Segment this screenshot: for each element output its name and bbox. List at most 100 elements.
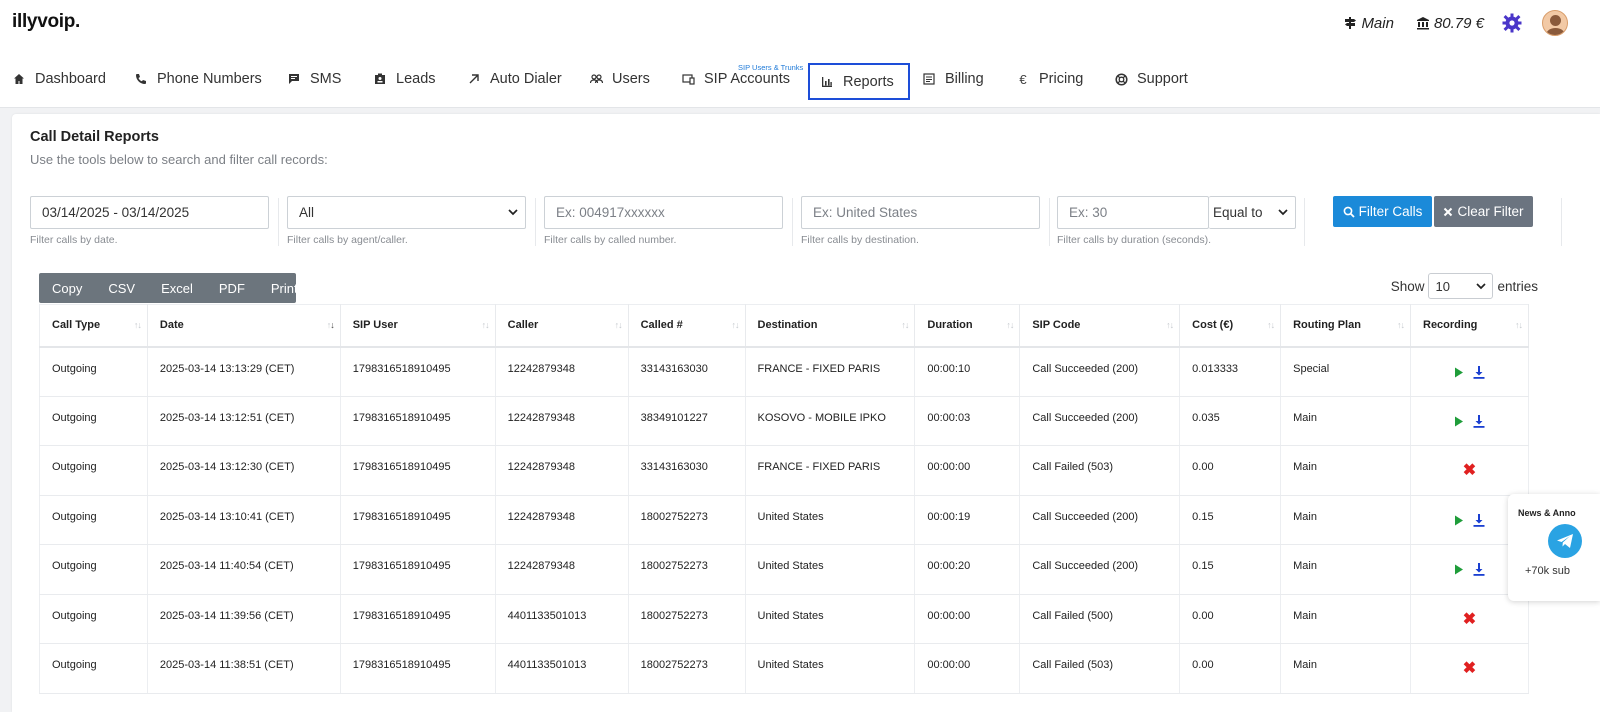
cell-sip-user: 1798316518910495 [340, 445, 496, 496]
column-header-sip-code[interactable]: SIP Code ↑↓ [1019, 304, 1181, 348]
download-icon[interactable] [1473, 563, 1485, 579]
news-subscribers: +70k sub [1525, 565, 1570, 577]
column-header-routing-plan[interactable]: Routing Plan ↑↓ [1280, 304, 1411, 348]
chevron-down-icon [1278, 209, 1288, 216]
cell-caller: 4401133501013 [495, 643, 629, 694]
column-header-date[interactable]: Date ↑↓ [147, 304, 341, 348]
date-filter-hint: Filter calls by date. [30, 234, 118, 246]
telegram-icon[interactable] [1548, 524, 1582, 558]
excel-button[interactable]: Excel [148, 273, 206, 303]
cell-called: 18002752273 [628, 495, 746, 545]
column-header-duration[interactable]: Duration ↑↓ [914, 304, 1021, 348]
duration-operator-value: Equal to [1213, 205, 1263, 220]
play-icon[interactable] [1454, 367, 1464, 381]
main-nav: Dashboard Phone Numbers SMS Leads Auto D… [0, 60, 1600, 100]
csv-button[interactable]: CSV [95, 273, 148, 303]
column-header-destination[interactable]: Destination ↑↓ [745, 304, 916, 348]
nav-reports[interactable]: Reports [808, 63, 910, 100]
table-row: Outgoing 2025-03-14 13:12:30 (CET) 1798316… [39, 445, 1529, 496]
agent-select[interactable]: All [287, 196, 526, 229]
cell-caller: 12242879348 [495, 544, 629, 595]
pdf-button[interactable]: PDF [206, 273, 258, 303]
balance-value: 80.79 € [1433, 14, 1484, 32]
filter-divider [1561, 198, 1562, 246]
routing-plan-indicator[interactable]: Main [1343, 15, 1394, 32]
cell-call-type: Outgoing [39, 396, 148, 446]
nav-support[interactable]: Support [1114, 60, 1188, 98]
column-header-called[interactable]: Called # ↑↓ [628, 304, 746, 348]
sort-icon: ↑↓ [731, 320, 740, 330]
cell-sip-code: Call Succeeded (200) [1019, 495, 1181, 545]
download-icon[interactable] [1473, 365, 1485, 382]
column-header-caller[interactable]: Caller ↑↓ [495, 304, 629, 348]
phone-icon [134, 72, 148, 86]
nav-leads[interactable]: Leads [373, 60, 436, 98]
nav-dashboard[interactable]: Dashboard [12, 60, 106, 98]
print-button[interactable]: Print [258, 273, 311, 303]
nav-billing[interactable]: Billing [922, 60, 984, 98]
cell-caller: 12242879348 [495, 495, 629, 545]
nav-pricing[interactable]: € Pricing [1016, 60, 1083, 98]
agent-filter: All Filter calls by agent/caller. [287, 196, 526, 246]
nav-auto-dialer[interactable]: Auto Dialer [467, 60, 562, 98]
clear-filter-button[interactable]: Clear Filter [1434, 196, 1533, 227]
logo[interactable]: illyvoip. [12, 11, 80, 33]
nav-phone-numbers[interactable]: Phone Numbers [134, 60, 262, 98]
date-range-input[interactable]: 03/14/2025 - 03/14/2025 [30, 196, 269, 229]
play-icon[interactable] [1454, 564, 1464, 578]
destination-filter: Ex: United States Filter calls by destin… [801, 196, 1040, 246]
destination-input[interactable]: Ex: United States [801, 196, 1040, 229]
download-icon[interactable] [1473, 414, 1485, 431]
column-header-call-type[interactable]: Call Type ↑↓ [39, 304, 148, 348]
download-icon[interactable] [1473, 513, 1485, 530]
filter-calls-label: Filter Calls [1358, 204, 1423, 219]
cell-routing-plan: Main [1280, 544, 1411, 595]
duration-filter: Ex: 30 Equal to Filter calls by duration… [1057, 196, 1296, 246]
cell-cost: 0.013333 [1179, 346, 1282, 397]
nav-users[interactable]: Users [589, 60, 650, 98]
cell-sip-code: Call Succeeded (200) [1019, 396, 1181, 446]
table-row: Outgoing 2025-03-14 11:40:54 (CET) 1798316… [39, 544, 1529, 595]
cell-destination: United States [745, 495, 916, 545]
settings-button[interactable] [1502, 13, 1526, 33]
clear-filter-label: Clear Filter [1457, 204, 1524, 219]
cell-cost: 0.15 [1179, 544, 1282, 595]
cell-duration: 00:00:00 [914, 445, 1021, 496]
destination-hint: Filter calls by destination. [801, 234, 919, 246]
column-header-cost[interactable]: Cost (€) ↑↓ [1179, 304, 1282, 348]
table-row: Outgoing 2025-03-14 13:10:41 (CET) 1798316… [39, 495, 1529, 545]
nav-label: Reports [843, 73, 894, 90]
cell-sip-code: Call Failed (503) [1019, 643, 1181, 694]
avatar[interactable] [1542, 10, 1568, 36]
copy-button[interactable]: Copy [39, 273, 95, 303]
sort-icon: ↑↓ [614, 320, 623, 330]
column-label: Duration [927, 319, 973, 332]
column-header-recording[interactable]: Recording ↑↓ [1410, 304, 1529, 348]
duration-operator-select[interactable]: Equal to [1209, 196, 1296, 229]
nav-sip-accounts[interactable]: SIP Accounts [681, 60, 790, 98]
column-header-sip-user[interactable]: SIP User ↑↓ [340, 304, 496, 348]
cell-duration: 00:00:00 [914, 594, 1021, 644]
balance-indicator[interactable]: 80.79 € [1416, 15, 1484, 32]
top-bar: illyvoip. Main 80.79 € SIP Users & Trunk… [0, 0, 1600, 108]
search-icon [1343, 206, 1355, 218]
filter-calls-button[interactable]: Filter Calls [1333, 196, 1432, 227]
sms-icon [287, 72, 301, 86]
page-length-select[interactable]: 10 [1428, 273, 1494, 299]
nav-sms[interactable]: SMS [287, 60, 341, 98]
column-label: Recording [1423, 319, 1478, 332]
play-icon[interactable] [1454, 416, 1464, 430]
called-number-input[interactable]: Ex: 004917xxxxxx [544, 196, 783, 229]
play-icon[interactable] [1454, 515, 1464, 529]
cell-destination: United States [745, 544, 916, 595]
sort-icon: ↑↓ [1515, 320, 1523, 330]
duration-input[interactable]: Ex: 30 [1057, 196, 1209, 229]
news-widget[interactable]: News & Anno +70k sub [1508, 494, 1600, 601]
cell-recording: ✖ [1410, 594, 1529, 644]
billing-icon [922, 72, 936, 86]
users-icon [589, 72, 603, 86]
cell-date: 2025-03-14 11:39:56 (CET) [147, 594, 341, 644]
page-length-control: Show 10 entries [1391, 273, 1538, 299]
cell-called: 33143163030 [628, 346, 746, 397]
cell-date: 2025-03-14 13:12:51 (CET) [147, 396, 341, 446]
